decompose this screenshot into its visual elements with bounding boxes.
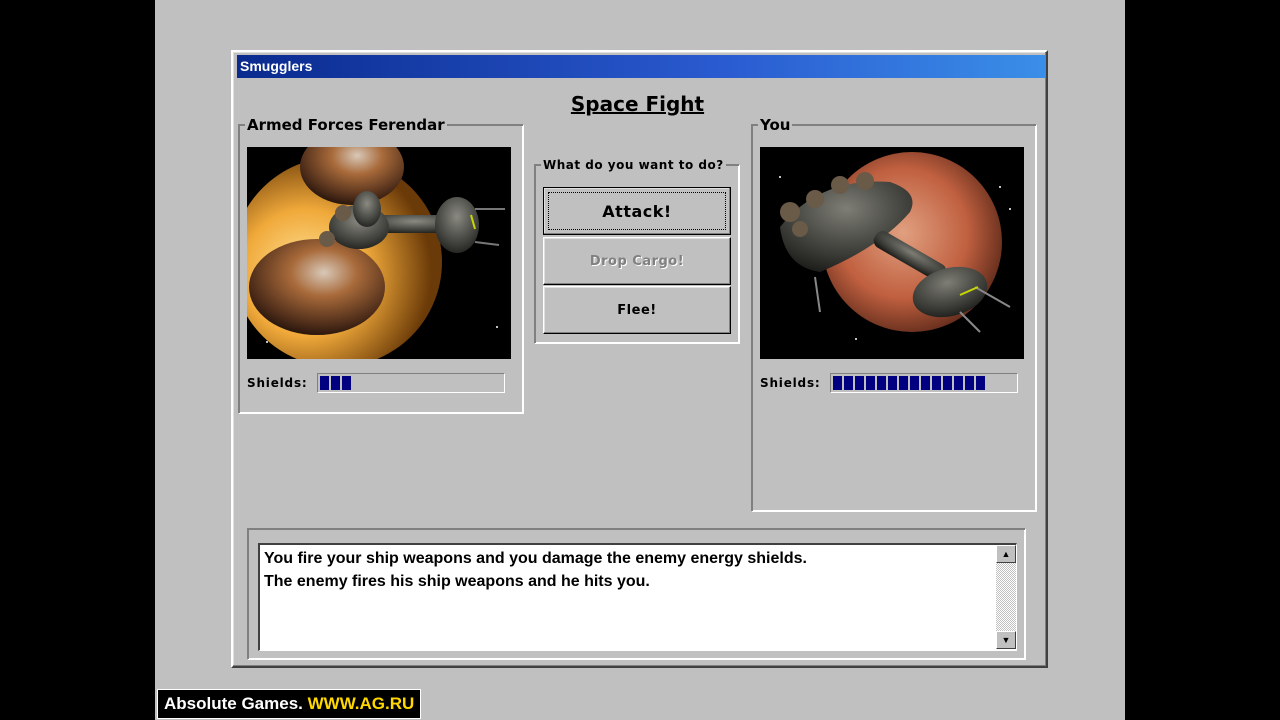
- player-panel: You Shields:: [751, 117, 1037, 512]
- shield-segment: [855, 376, 864, 390]
- log-line: The enemy fires his ship weapons and he …: [264, 573, 650, 590]
- shield-segment: [954, 376, 963, 390]
- action-panel: What do you want to do? Attack! Drop Car…: [534, 157, 740, 344]
- log-line: You fire your ship weapons and you damag…: [264, 550, 807, 567]
- player-ship-image: [760, 147, 1024, 359]
- shield-segment: [888, 376, 897, 390]
- enemy-panel: Armed Forces Ferendar Shields:: [238, 117, 524, 414]
- player-shields-bar: [830, 373, 1018, 393]
- shield-segment: [833, 376, 842, 390]
- message-log-text: You fire your ship weapons and you damag…: [264, 547, 807, 593]
- watermark-logo: Absolute Games. WWW.AG.RU: [157, 689, 422, 719]
- watermark-url: WWW.AG.RU: [307, 694, 415, 713]
- attack-button[interactable]: Attack!: [543, 187, 731, 235]
- action-prompt: What do you want to do?: [541, 157, 726, 173]
- player-shields-label: Shields:: [760, 376, 821, 390]
- window-title-bar[interactable]: Smugglers: [237, 55, 1046, 78]
- shield-segment: [844, 376, 853, 390]
- shield-segment: [320, 376, 329, 390]
- flee-button[interactable]: Flee!: [543, 286, 731, 334]
- player-name: You: [758, 116, 793, 134]
- enemy-ship-image: [247, 147, 511, 359]
- page-title: Space Fight: [570, 92, 705, 116]
- smugglers-window: Smugglers Space Fight Armed Forces Feren…: [231, 50, 1048, 668]
- shield-segment: [965, 376, 974, 390]
- message-log-panel: You fire your ship weapons and you damag…: [247, 528, 1026, 660]
- shield-segment: [921, 376, 930, 390]
- message-log[interactable]: You fire your ship weapons and you damag…: [258, 543, 1017, 651]
- watermark-text: Absolute Games.: [164, 694, 303, 713]
- shield-segment: [899, 376, 908, 390]
- drop-cargo-button[interactable]: Drop Cargo!: [543, 237, 731, 285]
- scroll-down-arrow-icon[interactable]: ▼: [996, 631, 1016, 649]
- shield-segment: [910, 376, 919, 390]
- shield-segment: [342, 376, 351, 390]
- shield-segment: [866, 376, 875, 390]
- shield-segment: [932, 376, 941, 390]
- shield-segment: [877, 376, 886, 390]
- log-scrollbar[interactable]: ▲ ▼: [996, 545, 1016, 649]
- enemy-shields-bar: [317, 373, 505, 393]
- shield-segment: [976, 376, 985, 390]
- scroll-up-arrow-icon[interactable]: ▲: [996, 545, 1016, 563]
- enemy-shields-label: Shields:: [247, 376, 308, 390]
- game-screen: Smugglers Space Fight Armed Forces Feren…: [155, 0, 1125, 720]
- shield-segment: [331, 376, 340, 390]
- shield-segment: [943, 376, 952, 390]
- enemy-name: Armed Forces Ferendar: [245, 116, 447, 134]
